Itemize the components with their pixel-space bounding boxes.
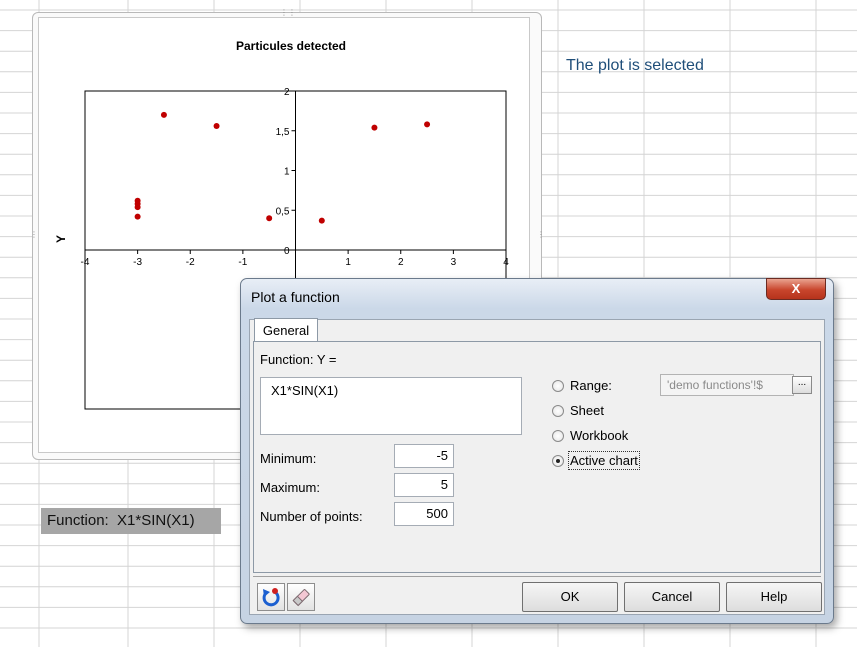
- minimum-input[interactable]: -5: [394, 444, 454, 468]
- function-cell[interactable]: Function: X1*SIN(X1): [41, 508, 221, 534]
- range-label: Range:: [570, 378, 612, 393]
- data-point: [134, 204, 141, 211]
- active-chart-radio[interactable]: [552, 455, 564, 467]
- maximum-label: Maximum:: [260, 480, 320, 495]
- function-input[interactable]: X1*SIN(X1): [260, 377, 522, 435]
- close-icon: X: [791, 281, 801, 296]
- data-point: [371, 124, 378, 131]
- function-value: X1*SIN(X1): [271, 383, 339, 398]
- minimum-label: Minimum:: [260, 451, 317, 466]
- tab-general[interactable]: General: [254, 318, 318, 342]
- button-separator: [253, 576, 821, 577]
- y-axis-label: Y: [54, 235, 68, 243]
- y-tick-label: 0: [284, 246, 290, 257]
- range-value: 'demo functions'!$: [667, 378, 763, 392]
- plot-function-dialog: Plot a function X General Function: Y = …: [240, 278, 834, 624]
- range-radio[interactable]: [552, 380, 564, 392]
- data-point: [213, 122, 220, 129]
- data-point: [424, 121, 431, 128]
- resize-handle-right[interactable]: ⋮: [537, 231, 545, 239]
- active-chart-label: Active chart: [568, 451, 640, 470]
- x-tick-label: -3: [133, 257, 142, 268]
- data-point: [134, 213, 141, 220]
- y-tick-label: 1,5: [276, 127, 290, 138]
- sheet-radio[interactable]: [552, 405, 564, 417]
- help-button[interactable]: Help: [726, 582, 822, 612]
- x-tick-label: 2: [398, 257, 404, 268]
- y-tick-label: 1: [284, 167, 290, 178]
- dialog-title: Plot a function: [251, 289, 340, 305]
- points-input[interactable]: 500: [394, 502, 454, 526]
- x-tick-label: 3: [451, 257, 457, 268]
- ok-button[interactable]: OK: [522, 582, 618, 612]
- function-label: Function: Y =: [260, 352, 337, 367]
- plot-selected-callout: The plot is selected: [566, 57, 704, 74]
- y-tick-label: 2: [284, 87, 290, 98]
- workbook-label: Workbook: [570, 428, 629, 443]
- maximum-input[interactable]: 5: [394, 473, 454, 497]
- resize-handle-top[interactable]: ⋮⋮: [280, 9, 296, 17]
- resize-handle-left[interactable]: ⋮: [30, 231, 38, 239]
- x-tick-label: 1: [345, 257, 351, 268]
- eraser-button[interactable]: [287, 583, 315, 611]
- range-select-button[interactable]: ...: [792, 376, 812, 394]
- x-tick-label: -1: [238, 257, 247, 268]
- dialog-body: General Function: Y = X1*SIN(X1) Minimum…: [249, 318, 825, 615]
- ellipsis-icon: ...: [797, 377, 807, 388]
- eraser-icon: [292, 589, 310, 607]
- reset-icon: [262, 588, 280, 607]
- x-tick-label: -4: [81, 257, 90, 268]
- data-point: [266, 215, 273, 222]
- range-input[interactable]: 'demo functions'!$: [660, 374, 794, 396]
- data-point: [160, 111, 167, 118]
- general-tab-pane: Function: Y = X1*SIN(X1) Minimum: -5 Max…: [253, 341, 821, 573]
- cancel-button[interactable]: Cancel: [624, 582, 720, 612]
- x-tick-label: 4: [503, 257, 509, 268]
- chart-title: Particules detected: [236, 39, 346, 53]
- points-label: Number of points:: [260, 509, 363, 524]
- y-tick-label: 0,5: [276, 206, 290, 217]
- close-button[interactable]: X: [766, 278, 826, 300]
- x-tick-label: -2: [186, 257, 195, 268]
- workbook-radio[interactable]: [552, 430, 564, 442]
- data-point: [318, 217, 325, 224]
- reset-button[interactable]: [257, 583, 285, 611]
- sheet-label: Sheet: [570, 403, 604, 418]
